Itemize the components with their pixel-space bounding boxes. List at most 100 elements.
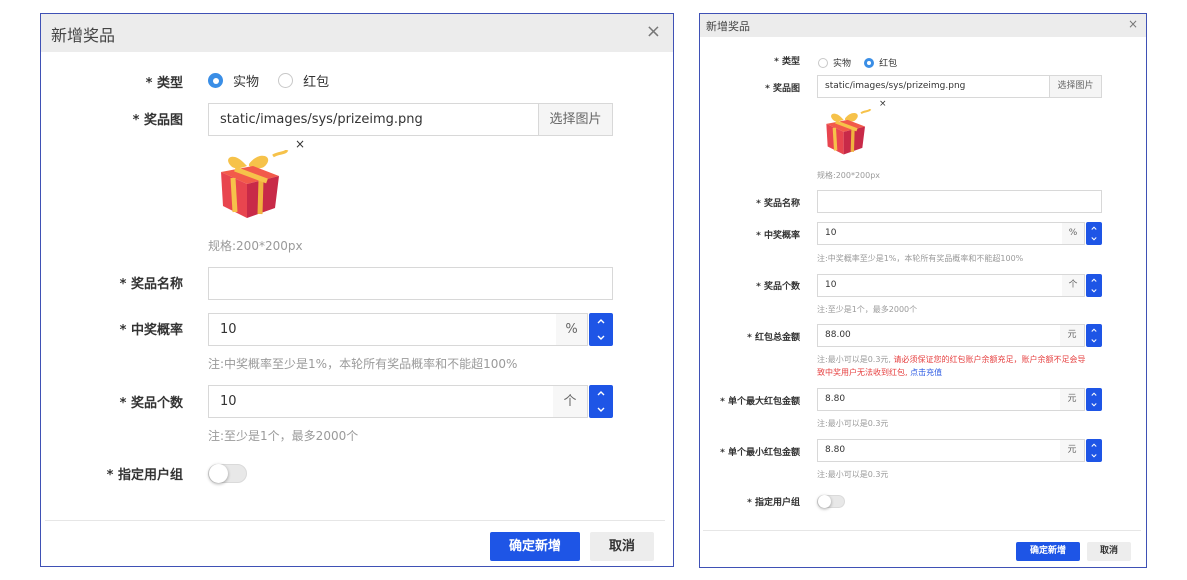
close-icon[interactable]: × xyxy=(1128,17,1138,31)
image-size-hint: 规格:200*200px xyxy=(817,171,881,180)
dialog-title: 新增奖品 xyxy=(51,26,116,45)
radio-physical[interactable] xyxy=(818,57,828,68)
max-packet-unit: 元 xyxy=(1060,388,1085,411)
close-icon[interactable]: × xyxy=(646,21,661,42)
min-packet-input[interactable]: 8.80 xyxy=(817,439,1061,462)
prize-count-label: * 奖品个数 xyxy=(119,396,183,411)
min-packet-stepper[interactable] xyxy=(1086,439,1102,462)
chevron-up-icon[interactable] xyxy=(1086,439,1102,451)
user-group-toggle[interactable] xyxy=(208,464,247,483)
radio-physical-label[interactable]: 实物 xyxy=(233,71,259,90)
dialog-title: 新增奖品 xyxy=(706,20,750,33)
max-packet-input[interactable]: 8.80 xyxy=(817,388,1061,411)
total-hint-warning: 请必须保证您的红包账户余额充足，账户余额不足会导 xyxy=(890,355,1086,364)
cancel-button[interactable]: 取消 xyxy=(590,532,654,561)
chevron-down-icon[interactable] xyxy=(589,402,613,419)
dialog-header: 新增奖品 × xyxy=(700,14,1146,37)
confirm-add-button[interactable]: 确定新增 xyxy=(490,532,580,561)
prize-count-hint: 注:至少是1个，最多2000个 xyxy=(208,429,359,443)
recharge-link[interactable]: 点击充值 xyxy=(908,368,942,377)
win-rate-label: * 中奖概率 xyxy=(119,323,183,338)
chevron-down-icon[interactable] xyxy=(1086,286,1102,298)
type-label: * 类型 xyxy=(774,57,800,67)
win-rate-hint: 注:中奖概率至少是1%，本轮所有奖品概率和不能超100% xyxy=(817,254,1024,263)
total-hint-warning-cont: 致中奖用户无法收到红包, xyxy=(817,368,908,377)
type-label: * 类型 xyxy=(145,76,183,91)
prize-count-input[interactable]: 10 xyxy=(208,385,554,418)
chevron-down-icon[interactable] xyxy=(1086,234,1102,246)
choose-image-button[interactable]: 选择图片 xyxy=(1049,75,1102,98)
count-unit: 个 xyxy=(553,385,588,418)
count-unit: 个 xyxy=(1062,274,1085,297)
prize-count-stepper[interactable] xyxy=(1086,274,1102,297)
radio-redpacket-label[interactable]: 红包 xyxy=(879,56,897,69)
chevron-down-icon[interactable] xyxy=(589,330,613,347)
chevron-down-icon[interactable] xyxy=(1086,451,1102,463)
chevron-up-icon[interactable] xyxy=(1086,222,1102,234)
prize-count-hint: 注:至少是1个，最多2000个 xyxy=(817,305,918,314)
win-rate-hint: 注:中奖概率至少是1%，本轮所有奖品概率和不能超100% xyxy=(208,357,518,371)
image-size-hint: 规格:200*200px xyxy=(208,239,303,253)
chevron-up-icon[interactable] xyxy=(1086,324,1102,336)
image-label: * 奖品图 xyxy=(765,84,800,94)
total-amount-label: * 红包总金额 xyxy=(747,333,800,343)
prize-name-input[interactable] xyxy=(208,267,613,300)
win-rate-label: * 中奖概率 xyxy=(756,231,800,241)
toggle-knob xyxy=(818,495,831,508)
type-radio-group: 实物 红包 xyxy=(818,52,905,71)
total-amount-input[interactable]: 88.00 xyxy=(817,324,1061,347)
win-rate-input[interactable]: 10 xyxy=(208,313,557,346)
min-packet-label: * 单个最小红包金额 xyxy=(720,448,800,458)
min-packet-unit: 元 xyxy=(1060,439,1085,462)
toggle-knob xyxy=(209,464,228,483)
type-radio-group: 实物 红包 xyxy=(208,70,343,90)
percent-unit: % xyxy=(556,313,588,346)
total-amount-hint-line1: 注:最小可以是0.3元, 请必须保证您的红包账户余额充足，账户余额不足会导 xyxy=(817,354,1086,365)
confirm-add-button[interactable]: 确定新增 xyxy=(1016,542,1080,561)
win-rate-input[interactable]: 10 xyxy=(817,222,1063,245)
radio-redpacket[interactable] xyxy=(864,57,875,68)
dialog-header: 新增奖品 × xyxy=(41,14,673,52)
add-prize-dialog-physical: 新增奖品 × * 类型 实物 红包 * 奖品图 static/images/sy… xyxy=(40,13,674,567)
remove-image-icon[interactable]: × xyxy=(879,99,887,109)
prize-count-stepper[interactable] xyxy=(589,385,613,418)
total-amount-unit: 元 xyxy=(1060,324,1085,347)
chevron-up-icon[interactable] xyxy=(1086,388,1102,400)
add-prize-dialog-redpacket: 新增奖品 × * 类型 实物 红包 * 奖品图 static/images/sy… xyxy=(699,13,1147,568)
radio-redpacket[interactable] xyxy=(278,73,294,88)
image-path-input[interactable]: static/images/sys/prizeimg.png xyxy=(208,103,539,136)
chevron-up-icon[interactable] xyxy=(1086,274,1102,286)
prize-name-input[interactable] xyxy=(817,190,1102,213)
radio-physical[interactable] xyxy=(208,73,223,88)
choose-image-button[interactable]: 选择图片 xyxy=(538,103,613,136)
image-path-input[interactable]: static/images/sys/prizeimg.png xyxy=(817,75,1050,98)
footer-divider xyxy=(703,530,1141,531)
radio-physical-label[interactable]: 实物 xyxy=(833,56,851,69)
footer-divider xyxy=(45,520,665,521)
image-label: * 奖品图 xyxy=(132,113,183,128)
win-rate-stepper[interactable] xyxy=(1086,222,1102,245)
user-group-label: * 指定用户组 xyxy=(106,468,183,483)
chevron-down-icon[interactable] xyxy=(1086,336,1102,348)
cancel-button[interactable]: 取消 xyxy=(1087,542,1131,561)
gift-box-image xyxy=(221,150,289,218)
prize-count-label: * 奖品个数 xyxy=(756,282,800,292)
chevron-up-icon[interactable] xyxy=(589,313,613,330)
max-packet-stepper[interactable] xyxy=(1086,388,1102,411)
chevron-down-icon[interactable] xyxy=(1086,400,1102,412)
total-amount-stepper[interactable] xyxy=(1086,324,1102,347)
percent-unit: % xyxy=(1062,222,1085,245)
remove-image-icon[interactable]: × xyxy=(295,137,305,151)
win-rate-stepper[interactable] xyxy=(589,313,613,346)
total-amount-hint-line2: 致中奖用户无法收到红包, 点击充值 xyxy=(817,367,942,378)
prize-count-input[interactable]: 10 xyxy=(817,274,1063,297)
user-group-toggle[interactable] xyxy=(817,495,845,508)
gift-box-image xyxy=(826,109,872,155)
radio-redpacket-label[interactable]: 红包 xyxy=(303,71,329,90)
max-packet-label: * 单个最大红包金额 xyxy=(720,397,800,407)
prize-name-label: * 奖品名称 xyxy=(756,199,800,209)
user-group-label: * 指定用户组 xyxy=(747,498,800,508)
chevron-up-icon[interactable] xyxy=(589,385,613,402)
total-hint-min: 注:最小可以是0.3元, xyxy=(817,355,891,364)
max-packet-hint: 注:最小可以是0.3元 xyxy=(817,419,889,428)
